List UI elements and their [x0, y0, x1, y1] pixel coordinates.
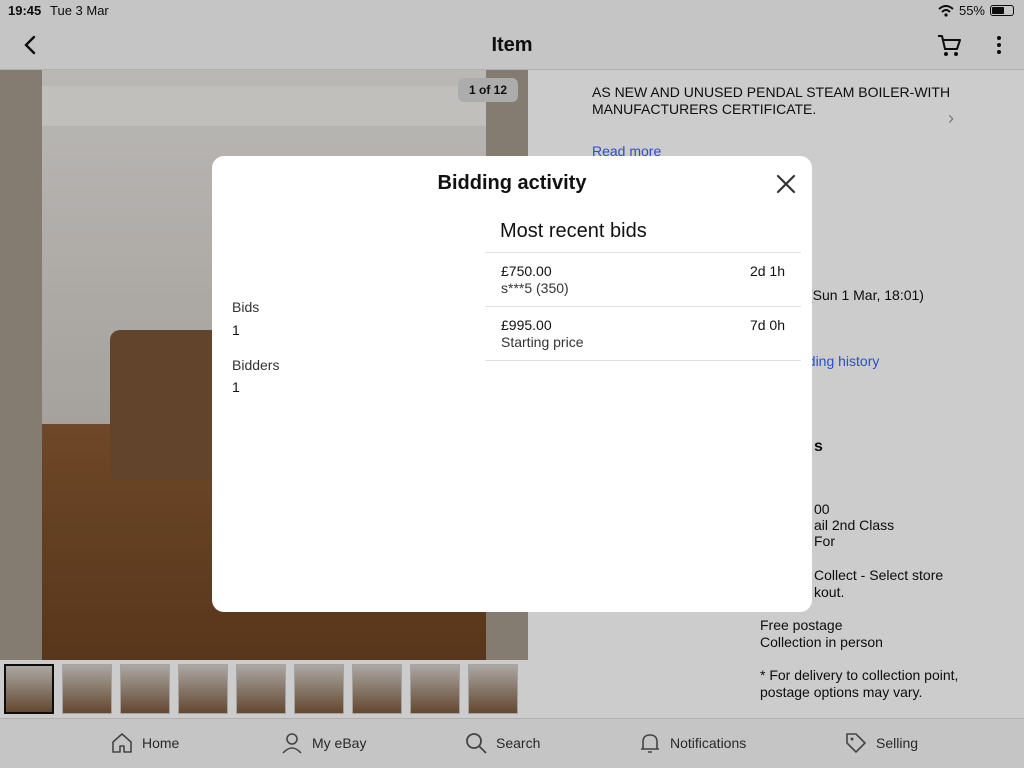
bid-amount: £750.00 [501, 263, 552, 279]
recent-bids-heading: Most recent bids [500, 220, 647, 242]
bid-row: £750.00 s***5 (350) 2d 1h [485, 253, 801, 307]
bidder-name: s***5 (350) [501, 280, 569, 296]
bid-time: 2d 1h [749, 263, 785, 279]
bids-label: Bids [232, 299, 260, 315]
bids-count: 1 [232, 322, 240, 338]
dialog-title: Bidding activity [437, 172, 587, 194]
bid-row: £995.00 Starting price 7d 0h [485, 307, 801, 361]
close-icon[interactable] [774, 172, 798, 196]
bidders-label: Bidders [232, 357, 280, 373]
bidders-count: 1 [232, 379, 240, 395]
bid-time: 7d 0h [749, 317, 785, 333]
bid-list: £750.00 s***5 (350) 2d 1h £995.00 Starti… [485, 252, 801, 361]
bidder-name: Starting price [501, 334, 584, 350]
bidding-activity-dialog: Bidding activity Bids 1 Bidders 1 Most r… [212, 156, 812, 612]
bid-amount: £995.00 [501, 317, 552, 333]
